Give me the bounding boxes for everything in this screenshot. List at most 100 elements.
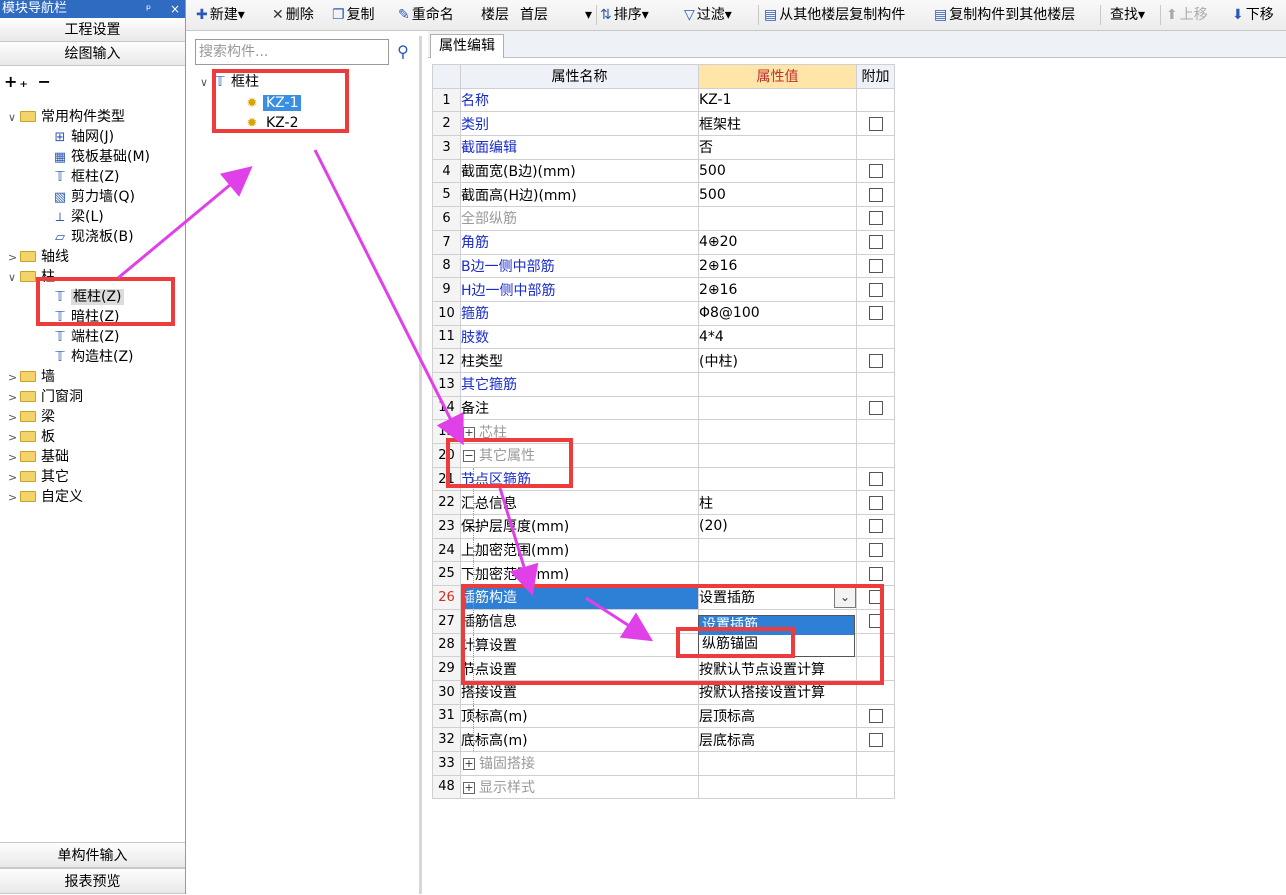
extra-checkbox[interactable] xyxy=(868,543,883,558)
property-name-cell[interactable]: 柱类型 xyxy=(460,348,699,373)
property-name-cell[interactable]: 上加密范围(mm) xyxy=(460,537,699,563)
property-value-cell[interactable] xyxy=(698,395,857,421)
property-value-cell[interactable]: 500 xyxy=(698,182,857,208)
property-row[interactable]: 7 角筋 4⊕20 xyxy=(432,229,895,255)
property-row[interactable]: 10 箍筋 Φ8@100 xyxy=(432,300,895,326)
property-row[interactable]: 5 截面高(H边)(mm) 500 xyxy=(432,182,895,208)
collapse-icon[interactable]: ∨ xyxy=(200,73,212,93)
nav-tree-item[interactable]: 𝕋 端柱(Z) xyxy=(52,327,119,347)
copy-to-floor-button[interactable]: ▤ 复制构件到其他楼层 xyxy=(934,5,1075,25)
property-name-cell[interactable]: 下加密范围(mm) xyxy=(460,561,699,587)
property-name-cell[interactable]: 备注 xyxy=(460,395,699,421)
nav-tree-item[interactable]: 𝕋 框柱(Z) xyxy=(52,167,119,187)
collapse-icon[interactable]: ∨ xyxy=(8,268,20,288)
property-row[interactable]: 33 + 锚固搭接 xyxy=(432,750,895,776)
copy-button[interactable]: ❐ 复制 xyxy=(332,5,375,25)
property-name-cell[interactable]: 顶标高(m) xyxy=(460,703,699,729)
nav-tree-item[interactable]: > 基础 xyxy=(8,447,69,467)
property-value-cell[interactable] xyxy=(698,537,857,563)
property-name-cell[interactable]: 底标高(m) xyxy=(460,727,699,752)
property-row[interactable]: 25 下加密范围(mm) xyxy=(432,561,895,587)
expand-icon[interactable]: > xyxy=(8,248,20,268)
property-value-cell[interactable]: 层顶标高 xyxy=(698,703,857,729)
extra-checkbox[interactable] xyxy=(868,211,883,226)
property-row[interactable]: 48 + 显示样式 xyxy=(432,774,895,800)
nav-tree-item[interactable]: > 墙 xyxy=(8,367,55,387)
extra-checkbox[interactable] xyxy=(868,353,883,368)
extra-checkbox[interactable] xyxy=(868,400,883,415)
property-name-cell[interactable]: 名称 xyxy=(460,87,699,113)
find-button[interactable]: 查找▾ xyxy=(1110,5,1145,25)
property-name-cell[interactable]: 截面编辑 xyxy=(460,135,699,160)
property-name-cell[interactable]: 截面高(H边)(mm) xyxy=(460,182,699,208)
expand-icon[interactable]: > xyxy=(8,388,20,408)
property-name-cell[interactable]: 全部纵筋 xyxy=(460,206,699,231)
extra-checkbox[interactable] xyxy=(868,187,883,202)
property-value-cell[interactable]: 框架柱 xyxy=(698,111,857,137)
rename-button[interactable]: ✎ 重命名 xyxy=(398,5,454,25)
property-value-cell[interactable]: (中柱) xyxy=(698,348,857,373)
property-value-cell[interactable] xyxy=(698,466,857,492)
property-row[interactable]: 14 备注 xyxy=(432,395,895,421)
property-row[interactable]: 1 名称 KZ-1 xyxy=(432,87,895,113)
property-row[interactable]: 32 底标高(m) 层底标高 xyxy=(432,727,895,752)
search-input[interactable]: 搜索构件... xyxy=(195,39,389,65)
drawing-input-button[interactable]: 绘图输入 xyxy=(0,42,185,66)
extra-checkbox[interactable] xyxy=(868,472,883,487)
nav-tree-item[interactable]: ⊞ 轴网(J) xyxy=(52,127,115,147)
extra-checkbox[interactable] xyxy=(868,164,883,179)
extra-checkbox[interactable] xyxy=(868,258,883,273)
extra-checkbox[interactable] xyxy=(868,235,883,250)
property-value-cell[interactable] xyxy=(698,206,857,231)
property-name-cell[interactable]: 肢数 xyxy=(460,324,699,350)
property-row[interactable]: 6 全部纵筋 xyxy=(432,206,895,231)
nav-tree-item[interactable]: ▧ 剪力墙(Q) xyxy=(52,187,135,207)
property-row[interactable]: 9 H边一侧中部筋 2⊕16 xyxy=(432,277,895,302)
single-component-input-button[interactable]: 单构件输入 xyxy=(0,842,185,868)
filter-button[interactable]: ▽ 过滤▾ xyxy=(684,5,732,25)
expand-group-icon[interactable]: + xyxy=(463,426,475,439)
property-value-cell[interactable]: 层底标高 xyxy=(698,727,857,752)
property-row[interactable]: 23 保护层厚度(mm) (20) xyxy=(432,514,895,539)
property-row[interactable]: 2 类别 框架柱 xyxy=(432,111,895,137)
property-value-cell[interactable]: 柱 xyxy=(698,490,857,516)
property-value-cell[interactable]: 500 xyxy=(698,158,857,184)
property-name-cell[interactable]: 保护层厚度(mm) xyxy=(460,514,699,539)
nav-tree-item[interactable]: > 板 xyxy=(8,427,55,447)
property-value-cell[interactable] xyxy=(698,419,857,444)
property-row[interactable]: 12 柱类型 (中柱) xyxy=(432,348,895,373)
expand-collapse-tools[interactable]: +₊ − xyxy=(0,66,185,94)
extra-checkbox[interactable] xyxy=(868,708,883,723)
expand-group-icon[interactable]: + xyxy=(463,758,475,771)
property-name-cell[interactable]: 类别 xyxy=(460,111,699,137)
expand-icon[interactable]: > xyxy=(8,468,20,488)
move-down-button[interactable]: ⬇ 下移 xyxy=(1232,5,1274,25)
property-name-cell[interactable]: H边一侧中部筋 xyxy=(460,277,699,302)
nav-tree-item[interactable]: > 自定义 xyxy=(8,487,83,507)
property-value-cell[interactable]: 否 xyxy=(698,135,857,160)
property-row[interactable]: 3 截面编辑 否 xyxy=(432,135,895,160)
nav-tree-item[interactable]: > 其它 xyxy=(8,467,69,487)
nav-tree-item[interactable]: > 梁 xyxy=(8,407,55,427)
extra-checkbox[interactable] xyxy=(868,732,883,747)
new-button[interactable]: ✚ 新建▾ xyxy=(196,5,245,25)
expand-icon[interactable]: > xyxy=(8,448,20,468)
property-name-cell[interactable]: 截面宽(B边)(mm) xyxy=(460,158,699,184)
property-row[interactable]: 22 汇总信息 柱 xyxy=(432,490,895,516)
property-row[interactable]: 24 上加密范围(mm) xyxy=(432,537,895,563)
nav-tree-item[interactable]: ▱ 现浇板(B) xyxy=(52,227,134,247)
nav-tree-item[interactable]: ⟂ 梁(L) xyxy=(52,207,104,227)
extra-checkbox[interactable] xyxy=(868,566,883,581)
property-value-cell[interactable]: 4*4 xyxy=(698,324,857,350)
property-row[interactable]: 31 顶标高(m) 层顶标高 xyxy=(432,703,895,729)
copy-from-floor-button[interactable]: ▤ 从其他楼层复制构件 xyxy=(764,5,905,25)
property-row[interactable]: 11 肢数 4*4 xyxy=(432,324,895,350)
property-name-cell[interactable]: + 显示样式 xyxy=(460,774,699,800)
property-value-cell[interactable]: Φ8@100 xyxy=(698,300,857,326)
property-name-cell[interactable]: 角筋 xyxy=(460,229,699,255)
extra-checkbox[interactable] xyxy=(868,282,883,297)
property-name-cell[interactable]: 箍筋 xyxy=(460,300,699,326)
extra-checkbox[interactable] xyxy=(868,116,883,131)
extra-checkbox[interactable] xyxy=(868,306,883,321)
property-value-cell[interactable] xyxy=(698,750,857,776)
